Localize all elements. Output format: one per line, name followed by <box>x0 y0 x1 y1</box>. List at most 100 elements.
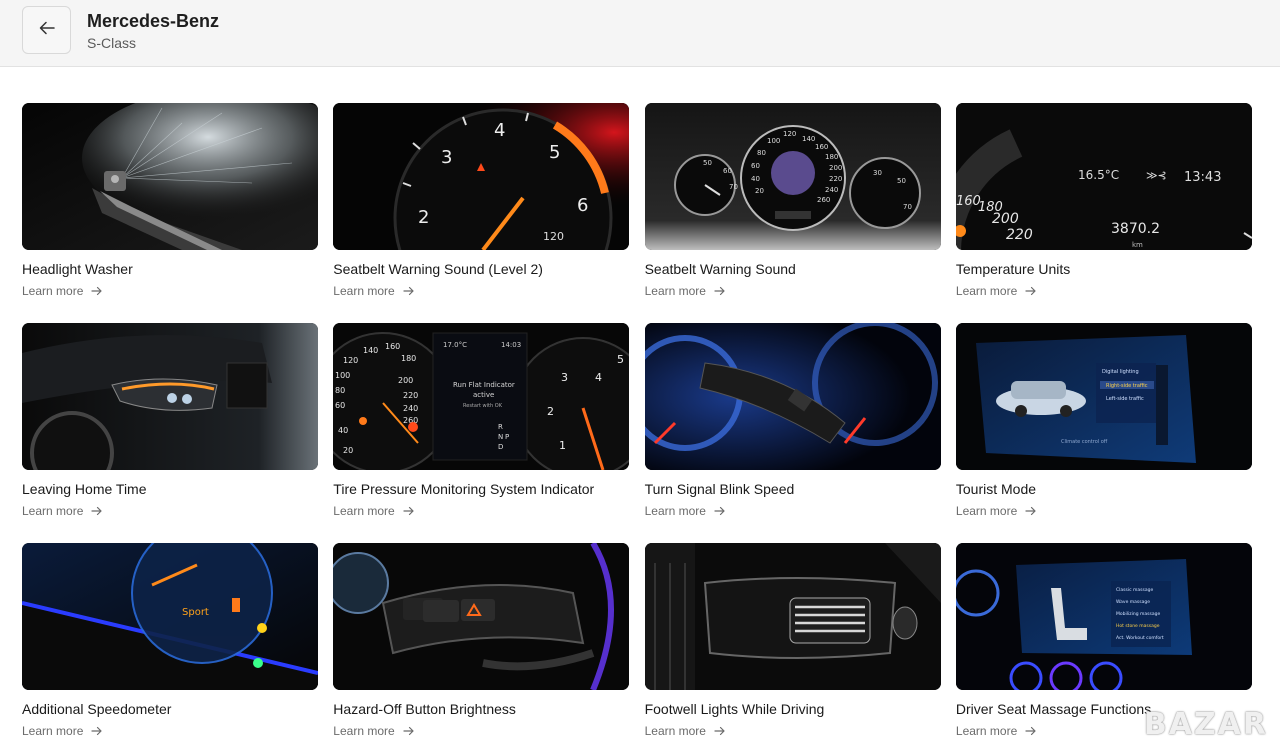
svg-text:3: 3 <box>441 147 452 168</box>
svg-text:220: 220 <box>1006 227 1033 243</box>
svg-text:Mobilizing massage: Mobilizing massage <box>1116 611 1160 617</box>
svg-text:≫⊰: ≫⊰ <box>1146 169 1167 182</box>
learn-more-link[interactable]: Learn more <box>333 724 414 738</box>
learn-more-link[interactable]: Learn more <box>333 504 414 518</box>
learn-more-link[interactable]: Learn more <box>645 504 726 518</box>
svg-text:5: 5 <box>617 353 624 366</box>
feature-card: Sport Additional Speedometer Learn more <box>22 543 318 750</box>
feature-card: Headlight Washer Learn more <box>22 103 318 323</box>
svg-text:70: 70 <box>729 183 738 191</box>
arrow-right-icon <box>1025 286 1037 296</box>
card-title[interactable]: Leaving Home Time <box>22 481 147 497</box>
learn-more-label: Learn more <box>955 724 1018 738</box>
feature-card: Turn Signal Blink Speed Learn more <box>644 323 941 543</box>
learn-more-label: Learn more <box>955 284 1018 298</box>
svg-text:Classic massage: Classic massage <box>1116 587 1153 593</box>
learn-more-link[interactable]: Learn more <box>645 724 726 738</box>
svg-text:240: 240 <box>825 186 838 194</box>
svg-text:Right-side traffic: Right-side traffic <box>1106 383 1148 389</box>
svg-text:N: N <box>498 433 503 441</box>
turn-signal-stalk-photo[interactable] <box>644 323 941 470</box>
svg-text:3870.2: 3870.2 <box>1111 221 1160 237</box>
air-vent-photo[interactable] <box>644 543 941 690</box>
learn-more-label: Learn more <box>333 284 395 298</box>
svg-text:60: 60 <box>335 401 345 410</box>
svg-text:13:43: 13:43 <box>1184 170 1221 185</box>
arrow-right-icon <box>1025 726 1037 736</box>
learn-more-link[interactable]: Learn more <box>956 284 1037 298</box>
learn-more-label: Learn more <box>644 284 706 298</box>
learn-more-link[interactable]: Learn more <box>645 284 726 298</box>
digital-speedometer-photo[interactable]: Sport <box>22 543 318 690</box>
learn-more-label: Learn more <box>333 724 395 738</box>
tachometer-photo[interactable]: 3 4 5 2 6 120 <box>333 103 630 250</box>
card-title[interactable]: Driver Seat Massage Functions <box>956 701 1151 717</box>
svg-text:120: 120 <box>783 130 796 138</box>
svg-text:100: 100 <box>335 371 350 380</box>
card-title[interactable]: Tire Pressure Monitoring System Indicato… <box>333 481 594 497</box>
page-subtitle: S-Class <box>87 35 137 51</box>
learn-more-link[interactable]: Learn more <box>22 504 103 518</box>
svg-text:Sport: Sport <box>182 607 209 618</box>
seat-massage-screen-photo[interactable]: Classic massage Wave massage Mobilizing … <box>955 543 1252 690</box>
svg-text:6: 6 <box>577 195 588 216</box>
learn-more-label: Learn more <box>644 724 706 738</box>
feature-card: 140 160 180 200 120 220 240 100 260 80 6… <box>333 323 630 543</box>
learn-more-link[interactable]: Learn more <box>22 284 103 298</box>
learn-more-link[interactable]: Learn more <box>956 724 1037 738</box>
svg-text:17.0°C: 17.0°C <box>443 341 467 349</box>
card-title[interactable]: Seatbelt Warning Sound <box>645 261 796 277</box>
card-title[interactable]: Seatbelt Warning Sound (Level 2) <box>333 261 543 277</box>
learn-more-label: Learn more <box>644 504 706 518</box>
svg-text:D: D <box>498 443 503 451</box>
svg-text:30: 30 <box>873 169 882 177</box>
arrow-right-icon <box>91 506 103 516</box>
headlight-car-photo[interactable] <box>22 323 318 470</box>
svg-text:180: 180 <box>825 153 838 161</box>
svg-text:Climate control off: Climate control off <box>1061 439 1108 445</box>
card-title[interactable]: Headlight Washer <box>22 261 133 277</box>
svg-text:R: R <box>498 423 503 431</box>
tire-pressure-cluster-photo[interactable]: 140 160 180 200 120 220 240 100 260 80 6… <box>333 323 630 470</box>
card-title[interactable]: Tourist Mode <box>956 481 1036 497</box>
svg-text:200: 200 <box>398 376 413 385</box>
svg-text:Wave massage: Wave massage <box>1116 599 1150 605</box>
learn-more-label: Learn more <box>955 504 1018 518</box>
top-bar: Mercedes-Benz S-Class <box>0 0 1280 67</box>
headlight-washer-photo[interactable] <box>22 103 318 250</box>
svg-text:km: km <box>1132 241 1143 249</box>
svg-text:14:03: 14:03 <box>501 341 521 349</box>
card-title[interactable]: Temperature Units <box>956 261 1070 277</box>
card-title[interactable]: Footwell Lights While Driving <box>645 701 825 717</box>
svg-text:1: 1 <box>559 439 566 452</box>
learn-more-link[interactable]: Learn more <box>333 284 414 298</box>
learn-more-label: Learn more <box>22 504 84 518</box>
cluster-display-photo[interactable]: 160 180 200 220 16.5°C ≫⊰ 13:43 3870.2 k… <box>955 103 1252 250</box>
feature-card: 3 4 5 2 6 120 Seatbelt Warning Sound (Le… <box>333 103 630 323</box>
card-title[interactable]: Turn Signal Blink Speed <box>645 481 795 497</box>
svg-text:180: 180 <box>401 354 416 363</box>
svg-text:140: 140 <box>363 346 378 355</box>
page-title: Mercedes-Benz <box>87 11 220 31</box>
learn-more-label: Learn more <box>333 504 395 518</box>
hazard-button-photo[interactable] <box>333 543 630 690</box>
feature-card: Digital lighting Right-side traffic Left… <box>955 323 1252 543</box>
svg-text:80: 80 <box>757 149 766 157</box>
svg-text:P: P <box>505 433 509 441</box>
svg-text:120: 120 <box>543 230 564 243</box>
card-title[interactable]: Hazard-Off Button Brightness <box>333 701 516 717</box>
svg-text:220: 220 <box>829 175 842 183</box>
arrow-right-icon <box>714 506 726 516</box>
svg-text:20: 20 <box>755 187 764 195</box>
svg-text:160: 160 <box>815 143 828 151</box>
arrow-right-icon <box>714 286 726 296</box>
back-button[interactable] <box>22 6 71 54</box>
svg-text:2: 2 <box>418 207 429 228</box>
learn-more-link[interactable]: Learn more <box>956 504 1037 518</box>
card-title[interactable]: Additional Speedometer <box>22 701 171 717</box>
svg-text:100: 100 <box>767 137 780 145</box>
svg-text:active: active <box>473 391 494 399</box>
learn-more-link[interactable]: Learn more <box>22 724 103 738</box>
infotainment-screen-photo[interactable]: Digital lighting Right-side traffic Left… <box>955 323 1252 470</box>
instrument-cluster-photo[interactable]: 140 160 180 200 220 240 260 120 100 80 6… <box>644 103 941 250</box>
